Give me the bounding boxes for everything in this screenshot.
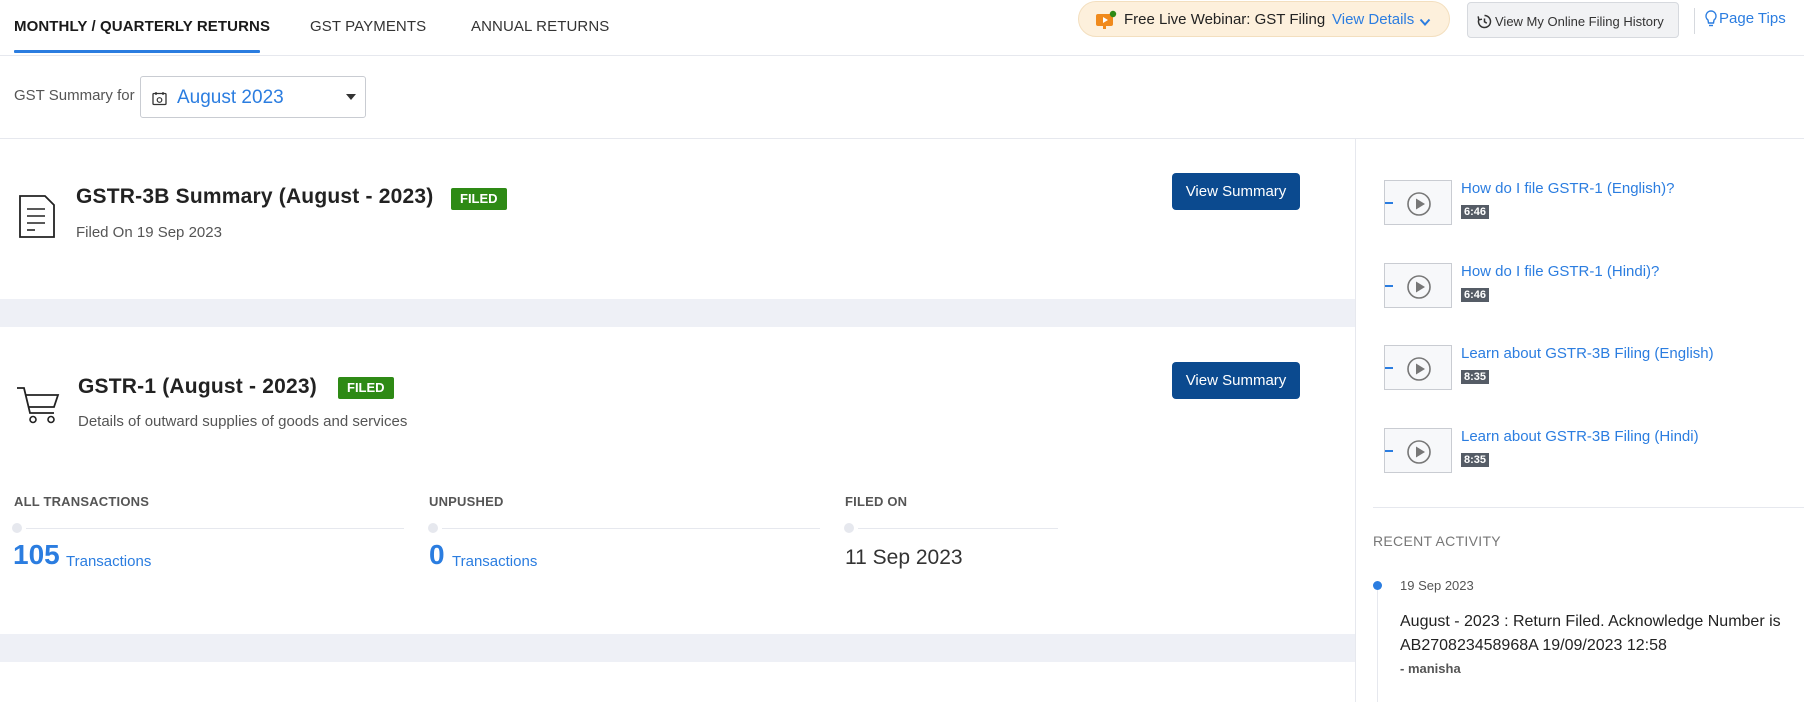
all-transactions-count[interactable]: 105 (13, 539, 60, 571)
play-icon (1406, 191, 1432, 222)
status-badge: FILED (338, 377, 394, 399)
tab-annual-returns[interactable]: ANNUAL RETURNS (471, 18, 609, 35)
recent-activity-heading: RECENT ACTIVITY (1373, 533, 1501, 549)
divider (1694, 8, 1695, 34)
activity-text: August - 2023 : Return Filed. Acknowledg… (1400, 613, 1781, 654)
timeline-dot (12, 523, 22, 533)
video-title[interactable]: Learn about GSTR-3B Filing (English) (1461, 345, 1714, 362)
section-separator (0, 299, 1355, 327)
webinar-text: Free Live Webinar: GST Filing (1124, 11, 1326, 28)
gstr1-description: Details of outward supplies of goods and… (78, 413, 408, 430)
video-title[interactable]: Learn about GSTR-3B Filing (Hindi) (1461, 428, 1699, 445)
tab-monthly-quarterly-returns[interactable]: MONTHLY / QUARTERLY RETURNS (14, 18, 270, 35)
video-item[interactable]: How do I file GSTR-1 (English)? 6:46 (1384, 180, 1744, 228)
video-duration: 8:35 (1461, 370, 1490, 384)
gstr3b-filed-on: Filed On 19 Sep 2023 (76, 224, 222, 241)
video-thumbnail[interactable] (1384, 345, 1452, 390)
gstr3b-title: GSTR-3B Summary (August - 2023) (76, 185, 434, 208)
video-duration: 8:35 (1461, 453, 1490, 467)
unpushed-transactions-link[interactable]: Transactions (452, 553, 537, 570)
timeline-line (858, 528, 1058, 529)
tab-gst-payments[interactable]: GST PAYMENTS (310, 18, 426, 35)
activity-dot (1373, 581, 1382, 590)
lightbulb-icon (1705, 10, 1717, 32)
column-divider (1355, 139, 1356, 702)
history-icon (1477, 14, 1492, 32)
document-icon (18, 194, 56, 244)
unpushed-count[interactable]: 0 (429, 539, 445, 571)
activity-date: 19 Sep 2023 (1400, 578, 1474, 593)
video-thumbnail[interactable] (1384, 180, 1452, 225)
timeline-dot (844, 523, 854, 533)
period-value: August 2023 (177, 87, 284, 108)
video-title[interactable]: How do I file GSTR-1 (Hindi)? (1461, 263, 1659, 280)
gst-summary-row: GST Summary for August 2023 (0, 57, 1804, 139)
filed-on-label: FILED ON (845, 494, 908, 509)
video-title[interactable]: How do I file GSTR-1 (English)? (1461, 180, 1674, 197)
active-tab-indicator (14, 50, 260, 53)
webinar-banner: Free Live Webinar: GST Filing View Detai… (1078, 1, 1450, 37)
timeline-line (442, 528, 820, 529)
section-separator (0, 634, 1355, 662)
status-badge: FILED (451, 188, 507, 210)
video-item[interactable]: Learn about GSTR-3B Filing (Hindi) 8:35 (1384, 428, 1744, 476)
video-thumbnail[interactable] (1384, 263, 1452, 308)
caret-down-icon (346, 94, 356, 100)
activity-timeline-line (1377, 590, 1378, 702)
view-details-link[interactable]: View Details (1332, 11, 1414, 28)
calendar-icon (152, 91, 167, 111)
cart-icon (16, 385, 60, 430)
page-tips-label: Page Tips (1719, 10, 1786, 27)
activity-user: - manisha (1400, 661, 1461, 676)
gstr1-title: GSTR-1 (August - 2023) (78, 375, 317, 398)
gstr1-view-summary-button[interactable]: View Summary (1172, 362, 1300, 399)
history-button-label: View My Online Filing History (1495, 14, 1664, 29)
timeline-line (26, 528, 404, 529)
video-duration: 6:46 (1461, 288, 1490, 302)
timeline-dot (428, 523, 438, 533)
divider (1373, 507, 1804, 508)
video-item[interactable]: How do I file GSTR-1 (Hindi)? 6:46 (1384, 263, 1744, 311)
all-transactions-link[interactable]: Transactions (66, 553, 151, 570)
gst-summary-label: GST Summary for (14, 87, 135, 104)
all-transactions-label: ALL TRANSACTIONS (14, 494, 150, 509)
unpushed-label: UNPUSHED (429, 494, 504, 509)
play-icon (1406, 356, 1432, 387)
presentation-icon (1095, 10, 1117, 30)
filed-on-date: 11 Sep 2023 (845, 546, 963, 569)
play-icon (1406, 439, 1432, 470)
video-item[interactable]: Learn about GSTR-3B Filing (English) 8:3… (1384, 345, 1744, 393)
top-nav-bar: MONTHLY / QUARTERLY RETURNS GST PAYMENTS… (0, 0, 1804, 56)
chevron-down-icon[interactable] (1419, 14, 1431, 32)
period-select[interactable]: August 2023 (140, 76, 366, 118)
gstr3b-view-summary-button[interactable]: View Summary (1172, 173, 1300, 210)
video-duration: 6:46 (1461, 205, 1490, 219)
play-icon (1406, 274, 1432, 305)
video-thumbnail[interactable] (1384, 428, 1452, 473)
online-filing-history-button[interactable]: View My Online Filing History (1467, 2, 1679, 38)
